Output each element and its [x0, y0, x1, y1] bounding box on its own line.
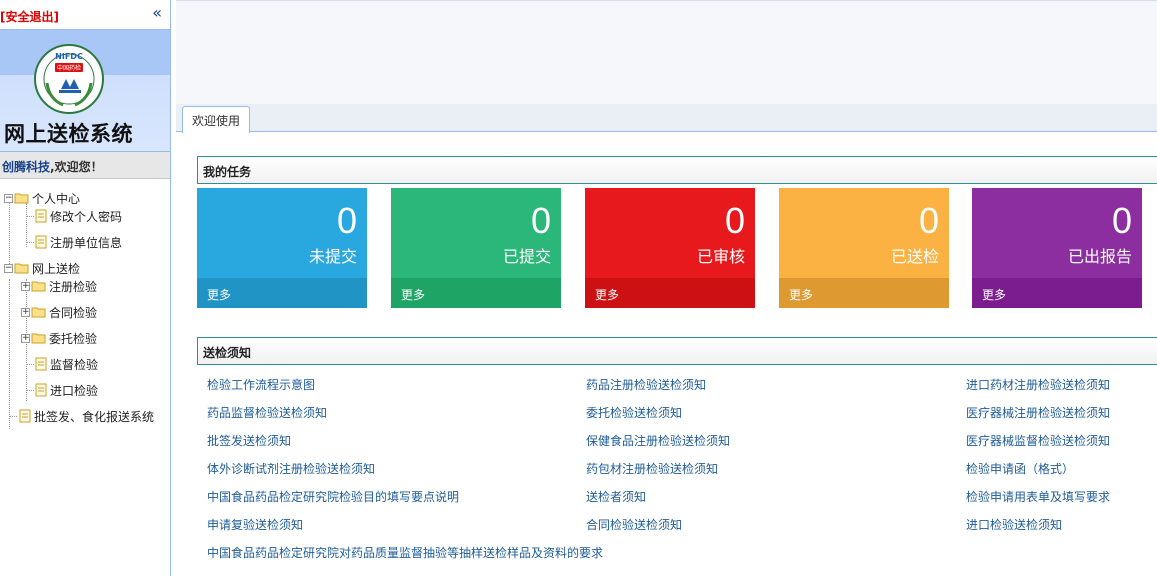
notice-link[interactable]: 检验申请函（格式） — [966, 460, 1074, 477]
task-label: 已提交 — [502, 247, 551, 266]
task-card-sent[interactable]: 0 已送检 更多 — [779, 188, 949, 308]
notice-link[interactable]: 药品注册检验送检须知 — [586, 376, 706, 393]
task-label: 已审核 — [696, 247, 745, 266]
task-label: 已送检 — [890, 247, 939, 266]
task-card-reviewed[interactable]: 0 已审核 更多 — [585, 188, 755, 308]
task-more-link[interactable]: 更多 — [779, 278, 949, 308]
notice-link[interactable]: 合同检验送检须知 — [586, 516, 682, 533]
task-count: 0 — [1111, 200, 1132, 241]
document-icon — [35, 383, 47, 397]
task-more-link[interactable]: 更多 — [391, 278, 561, 308]
task-more-link[interactable]: 更多 — [585, 278, 755, 308]
collapse-toggle-icon[interactable]: − — [4, 193, 13, 203]
document-icon — [35, 235, 47, 249]
sidebar-header: [安全退出] « — [0, 0, 170, 30]
tree-label: 修改个人密码 — [50, 209, 123, 224]
notice-link[interactable]: 检验工作流程示意图 — [207, 376, 315, 393]
tree-node-online-submission[interactable]: − 网上送检 — [4, 259, 80, 277]
tab-welcome[interactable]: 欢迎使用 — [182, 106, 251, 133]
folder-icon — [31, 281, 46, 292]
tree-node-contract-inspection[interactable]: + 合同检验 — [21, 303, 97, 321]
system-title: 网上送检系统 — [4, 122, 133, 146]
collapse-sidebar-icon[interactable]: « — [152, 4, 162, 22]
folder-open-icon — [14, 263, 29, 274]
company-name: 创腾科技 — [2, 160, 51, 174]
welcome-bar: 创腾科技,欢迎您！ — [0, 152, 170, 179]
main-content: 欢迎使用 我的任务 0 未提交 更多 0 已提交 更多 0 已审核 更多 0 已… — [176, 0, 1157, 576]
notice-link[interactable]: 中国食品药品检定研究院检验目的填写要点说明 — [207, 488, 459, 505]
tree-node-entrusted-inspection[interactable]: + 委托检验 — [21, 329, 97, 347]
folder-open-icon — [14, 193, 29, 204]
tree-label: 网上送检 — [32, 261, 81, 276]
notice-link[interactable]: 保健食品注册检验送检须知 — [586, 432, 730, 449]
tree-node-batch-release-system[interactable]: 批签发、食化报送系统 — [19, 407, 154, 425]
notice-link[interactable]: 药包材注册检验送检须知 — [586, 460, 718, 477]
notice-link[interactable]: 医疗器械监督检验送检须知 — [966, 432, 1110, 449]
expand-toggle-icon[interactable]: + — [21, 333, 30, 343]
tree-node-change-password[interactable]: 修改个人密码 — [35, 207, 122, 225]
notice-link[interactable]: 医疗器械注册检验送检须知 — [966, 404, 1110, 421]
collapse-toggle-icon[interactable]: − — [4, 263, 13, 273]
task-count: 0 — [530, 200, 551, 241]
tree-label: 委托检验 — [49, 331, 98, 346]
notice-link[interactable]: 体外诊断试剂注册检验送检须知 — [207, 460, 375, 477]
tree-label: 监督检验 — [50, 357, 99, 372]
tab-strip: 欢迎使用 — [176, 104, 1157, 133]
notices-heading: 送检须知 — [197, 337, 1157, 365]
notice-link[interactable]: 批签发送检须知 — [207, 432, 291, 449]
notice-link[interactable]: 检验申请用表单及填写要求 — [966, 488, 1110, 505]
folder-icon — [31, 333, 46, 344]
document-icon — [35, 209, 47, 223]
tree-label: 注册检验 — [49, 279, 98, 294]
task-count: 0 — [336, 200, 357, 241]
tree-label: 进口检验 — [50, 383, 99, 398]
task-more-link[interactable]: 更多 — [972, 278, 1142, 308]
task-label: 未提交 — [308, 247, 357, 266]
nav-tree: − 个人中心 修改个人密码 注册单位信息 − 网上送检 + 注册检验 + 合同检… — [0, 179, 170, 429]
document-icon — [19, 409, 31, 423]
tree-node-registration-inspection[interactable]: + 注册检验 — [21, 277, 97, 295]
task-count: 0 — [724, 200, 745, 241]
my-tasks-heading: 我的任务 — [197, 156, 1157, 184]
tree-node-register-unit[interactable]: 注册单位信息 — [35, 233, 122, 251]
sidebar: [安全退出] « NIFDC 中国药检 网上送检系统 创腾科技,欢迎您！ − 个… — [0, 0, 171, 576]
task-card-reported[interactable]: 0 已出报告 更多 — [972, 188, 1142, 308]
tree-node-personal-center[interactable]: − 个人中心 — [4, 189, 80, 207]
tree-node-supervision-inspection[interactable]: 监督检验 — [35, 355, 98, 373]
task-card-unsubmitted[interactable]: 0 未提交 更多 — [197, 188, 367, 308]
expand-toggle-icon[interactable]: + — [21, 307, 30, 317]
tree-node-import-inspection[interactable]: 进口检验 — [35, 381, 98, 399]
task-count: 0 — [918, 200, 939, 241]
tree-label: 注册单位信息 — [50, 235, 123, 250]
logout-link[interactable]: [安全退出] — [0, 8, 59, 25]
folder-icon — [31, 307, 46, 318]
notice-link[interactable]: 申请复验送检须知 — [207, 516, 303, 533]
nifdc-logo: NIFDC 中国药检 — [34, 44, 104, 114]
task-label: 已出报告 — [1067, 247, 1132, 266]
task-card-submitted[interactable]: 0 已提交 更多 — [391, 188, 561, 308]
notice-link[interactable]: 进口药材注册检验送检须知 — [966, 376, 1110, 393]
system-banner: NIFDC 中国药检 网上送检系统 — [0, 30, 170, 152]
notice-link[interactable]: 中国食品药品检定研究院对药品质量监督抽验等抽样送检样品及资料的要求 — [207, 544, 603, 561]
welcome-text: ,欢迎您！ — [50, 160, 103, 174]
notice-link[interactable]: 进口检验送检须知 — [966, 516, 1062, 533]
header-area — [176, 0, 1157, 104]
task-more-link[interactable]: 更多 — [197, 278, 367, 308]
notice-link[interactable]: 委托检验送检须知 — [586, 404, 682, 421]
tree-label: 合同检验 — [49, 305, 98, 320]
tree-label: 批签发、食化报送系统 — [34, 409, 155, 424]
svg-text:中国药检: 中国药检 — [57, 64, 81, 72]
notice-link[interactable]: 送检者须知 — [586, 488, 646, 505]
tree-label: 个人中心 — [32, 191, 81, 206]
notice-link[interactable]: 药品监督检验送检须知 — [207, 404, 327, 421]
document-icon — [35, 357, 47, 371]
expand-toggle-icon[interactable]: + — [21, 281, 30, 291]
svg-text:NIFDC: NIFDC — [55, 52, 83, 61]
